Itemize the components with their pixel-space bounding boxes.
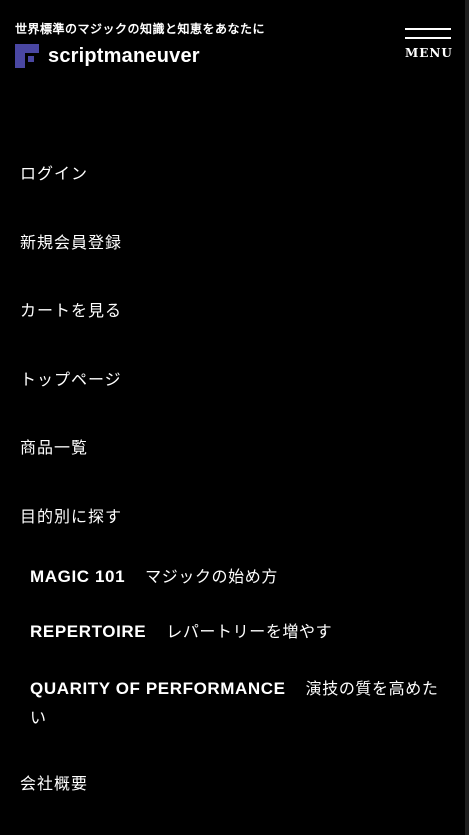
nav-item-login[interactable]: ログイン [20, 160, 88, 184]
nav-item-browse-by-purpose[interactable]: 目的別に探す [20, 503, 122, 527]
sub-item-repertoire[interactable]: REPERTOIRE レパートリーを増やす [30, 617, 450, 646]
nav-item-cart[interactable]: カートを見る [20, 297, 122, 321]
nav-item-products[interactable]: 商品一覧 [20, 434, 88, 458]
nav-item-register[interactable]: 新規会員登録 [20, 229, 122, 253]
logo-text: scriptmaneuver [48, 44, 200, 67]
logo-mark-icon [15, 44, 39, 68]
sub-item-ja-label: マジックの始め方 [145, 567, 278, 586]
menu-button[interactable]: MENU [405, 28, 453, 64]
sub-item-en-label: MAGIC 101 [30, 567, 126, 586]
nav-item-top-page[interactable]: トップページ [20, 366, 122, 390]
page-tagline: 世界標準のマジックの知識と知恵をあなたに [15, 22, 266, 36]
sub-item-en-label: QUARITY OF PERFORMANCE [30, 679, 286, 698]
nav-item-company[interactable]: 会社概要 [20, 770, 88, 794]
site-logo[interactable]: scriptmaneuver [15, 44, 200, 68]
scrollbar[interactable] [465, 0, 469, 835]
menu-label: MENU [405, 46, 453, 60]
sub-item-magic-101[interactable]: MAGIC 101 マジックの始め方 [30, 562, 450, 591]
sub-item-en-label: REPERTOIRE [30, 622, 147, 641]
sub-item-ja-label: レパートリーを増やす [166, 622, 333, 641]
sub-item-quality-of-performance[interactable]: QUARITY OF PERFORMANCE 演技の質を高めたい [30, 674, 445, 732]
